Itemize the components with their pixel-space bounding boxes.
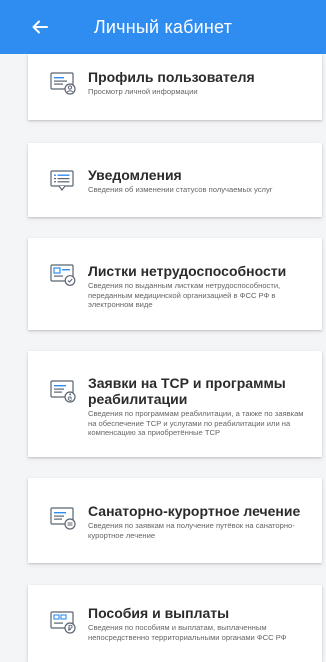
card-notifications[interactable]: Уведомления Сведения об изменении статус… [28, 143, 322, 217]
card-description: Сведения об изменении статусов получаемы… [88, 185, 273, 194]
card-description: Просмотр личной информации [88, 87, 198, 96]
app-bar: Личный кабинет [0, 0, 326, 54]
card-sick-leave[interactable]: Листки нетрудоспособности Сведения по вы… [28, 238, 322, 330]
notification-icon [50, 170, 74, 191]
card-title: Пособия и выплаты [88, 605, 230, 621]
card-title: Уведомления [88, 167, 182, 183]
card-sanatorium[interactable]: Санаторно-курортное лечение Сведения по … [28, 478, 322, 563]
card-title: Заявки на ТСР и программы реабилитации [88, 375, 286, 407]
sick-leave-icon [50, 264, 76, 286]
sanatorium-icon [50, 507, 76, 530]
payments-icon [50, 611, 76, 634]
card-title: Листки нетрудоспособности [88, 263, 287, 279]
card-payments[interactable]: Пособия и выплаты Сведения по пособиям и… [28, 585, 322, 662]
arrow-left-icon [32, 20, 48, 34]
card-description: Сведения по пособиям и выплатам, выплаче… [88, 623, 287, 642]
user-profile-icon [50, 72, 76, 95]
rehabilitation-icon [50, 380, 76, 403]
card-user-profile[interactable]: Профиль пользователя Просмотр личной инф… [28, 54, 322, 120]
card-description: Сведения по заявкам на получение путёвок… [88, 521, 295, 540]
card-description: Сведения по программам реабилитации, а т… [88, 409, 304, 437]
card-description: Сведения по выданным листкам нетрудоспос… [88, 281, 281, 309]
card-rehabilitation[interactable]: Заявки на ТСР и программы реабилитации С… [28, 351, 322, 457]
card-title: Профиль пользователя [88, 69, 255, 85]
back-button[interactable] [28, 15, 52, 39]
card-title: Санаторно-курортное лечение [88, 503, 301, 519]
